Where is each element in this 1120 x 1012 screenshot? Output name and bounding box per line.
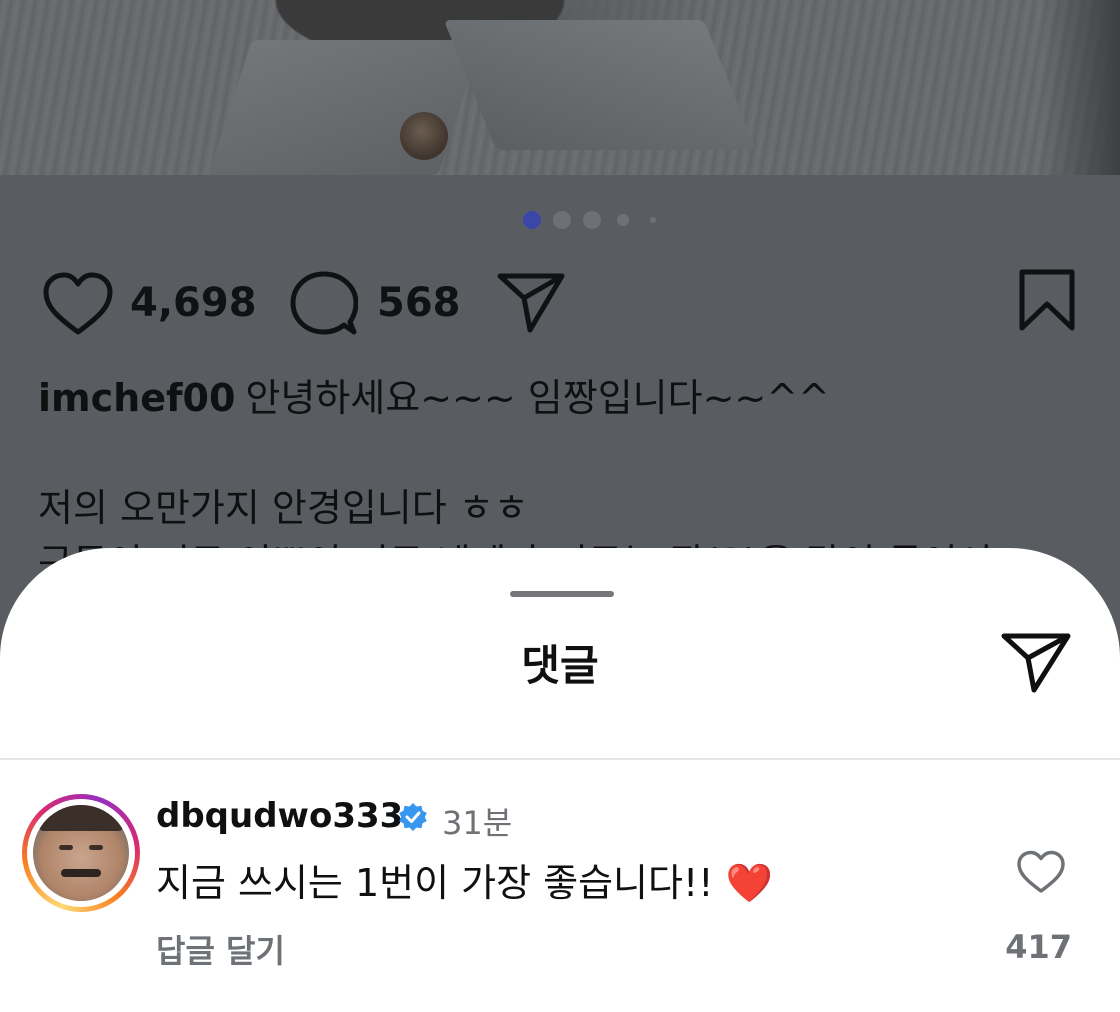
avatar-mustache [61,869,101,877]
carousel-dot-3 [583,211,601,229]
post-caption: imchef00 안녕하세요~~~ 임짱입니다~~^^ 저의 오만가지 안경입니다… [38,370,1088,585]
caption-line-2: 저의 오만가지 안경입니다 ㅎㅎ [38,486,529,530]
caption-line-1: imchef00 안녕하세요~~~ 임짱입니다~~^^ [38,370,1088,426]
like-count[interactable]: 4,698 [130,280,257,326]
send-icon[interactable] [1000,630,1072,698]
carousel-dot-1 [523,211,541,229]
post-photo[interactable] [0,0,1120,175]
reply-button[interactable]: 답글 달기 [156,926,285,972]
sheet-divider [0,758,1120,760]
sheet-title: 댓글 [521,641,599,690]
avatar-eye-left [59,845,73,850]
comment-icon[interactable] [290,270,359,340]
comment-item: dbqudwo333 31분 지금 쓰시는 1번이 가장 좋습니다!! ❤️ 답… [0,794,1120,1006]
avatar[interactable] [22,794,140,912]
carousel-dot-2 [553,211,571,229]
carousel-indicator [0,210,1120,230]
verified-badge-icon [398,802,428,836]
avatar-image [33,805,129,901]
comment-username[interactable]: dbqudwo333 [156,796,403,836]
carousel-dot-5 [650,217,656,223]
photo-shadow [1040,0,1120,175]
carousel-dot-4 [617,214,629,226]
comment-like-count: 417 [1005,928,1072,966]
avatar-hair [39,805,123,831]
photo-collar-left [208,40,482,175]
comments-sheet: 댓글 dbqudwo333 31분 지금 쓰시는 1번이 가장 좋습니다!! ❤… [0,548,1120,1012]
bookmark-icon[interactable] [1018,268,1076,336]
caption-username[interactable]: imchef00 [38,376,235,420]
sheet-drag-handle[interactable] [510,591,614,597]
share-icon[interactable] [496,270,566,338]
like-icon[interactable] [42,272,114,340]
photo-cardigan-button [400,112,448,160]
comment-like-icon[interactable] [1016,850,1066,898]
avatar-eye-right [89,845,103,850]
post-actions: 4,698 568 [0,268,1120,338]
comment-timestamp: 31분 [442,804,513,842]
photo-collar-right [443,20,757,150]
avatar-border [27,799,135,907]
caption-text: 안녕하세요~~~ 임짱입니다~~^^ [245,376,830,420]
comment-count[interactable]: 568 [377,280,461,326]
comment-text: 지금 쓰시는 1번이 가장 좋습니다!! ❤️ [156,861,773,905]
